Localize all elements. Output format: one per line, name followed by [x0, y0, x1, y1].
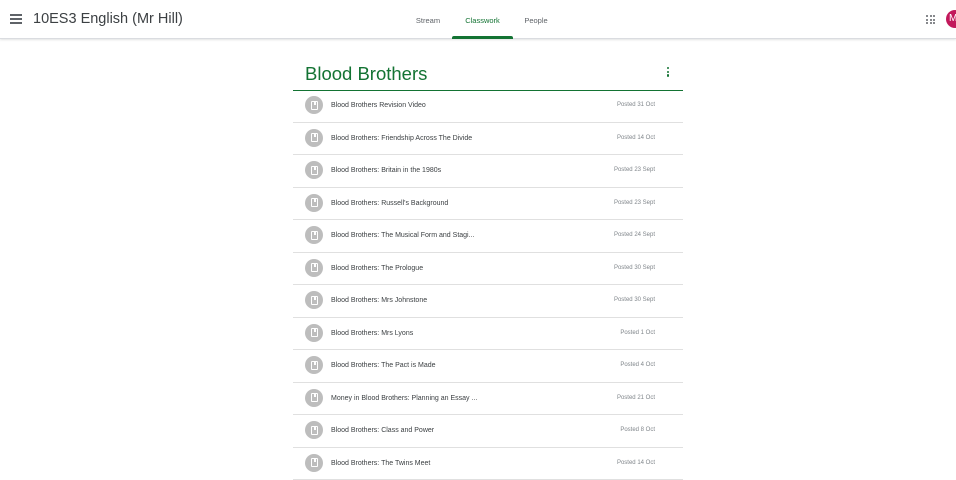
tab-classwork[interactable]: Classwork: [452, 0, 513, 38]
classwork-item[interactable]: Blood Brothers: The Twins Meet Posted 14 …: [293, 448, 683, 480]
material-icon: [305, 291, 323, 309]
material-icon: [305, 324, 323, 342]
google-apps-icon[interactable]: [926, 15, 935, 24]
classwork-item-posted-date: Posted 14 Oct: [617, 448, 655, 479]
classwork-item[interactable]: Blood Brothers Revision Video Posted 31 O…: [293, 90, 683, 123]
classwork-item-posted-date: Posted 23 Sept: [614, 188, 655, 219]
classwork-item-posted-date: Posted 31 Oct: [617, 90, 655, 121]
more-options-icon[interactable]: [666, 67, 670, 79]
material-icon: [305, 96, 323, 114]
classwork-item-title: Blood Brothers: The Pact is Made: [331, 350, 436, 381]
material-icon: [305, 259, 323, 277]
classwork-item-posted-date: Posted 24 Sept: [614, 220, 655, 251]
classwork-item-posted-date: Posted 30 Sept: [614, 253, 655, 284]
classwork-item[interactable]: Blood Brothers: Mrs Lyons Posted 1 Oct: [293, 318, 683, 351]
classwork-item-title: Blood Brothers: Mrs Johnstone: [331, 285, 427, 316]
tab-stream[interactable]: Stream: [414, 0, 442, 38]
material-icon: [305, 161, 323, 179]
classwork-item-title: Blood Brothers: The Prologue: [331, 253, 423, 284]
classwork-item-title: Blood Brothers: Britain in the 1980s: [331, 155, 441, 186]
top-app-bar: 10ES3 English (Mr Hill) Stream Classwork…: [0, 0, 956, 39]
material-icon: [305, 226, 323, 244]
material-icon: [305, 356, 323, 374]
topic-title: Blood Brothers: [305, 63, 427, 85]
classwork-item-title: Blood Brothers: Class and Power: [331, 415, 434, 446]
classwork-item-posted-date: Posted 14 Oct: [617, 123, 655, 154]
classwork-item-title: Blood Brothers: The Twins Meet: [331, 448, 430, 479]
classwork-item-title: Blood Brothers: The Musical Form and Sta…: [331, 220, 474, 251]
classwork-item[interactable]: Blood Brothers: Class and Power Posted 8 …: [293, 415, 683, 448]
classwork-item[interactable]: Blood Brothers: Mrs Johnstone Posted 30 S…: [293, 285, 683, 318]
classwork-item-posted-date: Posted 4 Oct: [620, 350, 655, 381]
hamburger-menu-icon[interactable]: [10, 14, 22, 24]
classwork-item[interactable]: Blood Brothers: The Musical Form and Sta…: [293, 220, 683, 253]
classwork-item[interactable]: Blood Brothers: Russell's Background Post…: [293, 188, 683, 221]
material-icon: [305, 454, 323, 472]
avatar[interactable]: M: [946, 10, 956, 28]
classwork-item[interactable]: Blood Brothers: Friendship Across The Di…: [293, 123, 683, 156]
classwork-item-title: Money in Blood Brothers: Planning an Ess…: [331, 383, 477, 414]
classwork-item[interactable]: Blood Brothers: Britain in the 1980s Post…: [293, 155, 683, 188]
classwork-item[interactable]: Money in Blood Brothers: Planning an Ess…: [293, 383, 683, 416]
material-icon: [305, 389, 323, 407]
classwork-item[interactable]: Blood Brothers: The Pact is Made Posted 4…: [293, 350, 683, 383]
classwork-item-title: Blood Brothers: Mrs Lyons: [331, 318, 413, 349]
class-title[interactable]: 10ES3 English (Mr Hill): [33, 11, 183, 27]
classwork-item[interactable]: Blood Brothers: The Prologue Posted 30 Se…: [293, 253, 683, 286]
classwork-item-title: Blood Brothers: Russell's Background: [331, 188, 448, 219]
classwork-item-posted-date: Posted 21 Oct: [617, 383, 655, 414]
material-icon: [305, 129, 323, 147]
classwork-item-posted-date: Posted 1 Oct: [620, 318, 655, 349]
classwork-item-title: Blood Brothers: Friendship Across The Di…: [331, 123, 472, 154]
material-icon: [305, 421, 323, 439]
tab-people[interactable]: People: [522, 0, 550, 38]
material-icon: [305, 194, 323, 212]
classwork-list: Blood Brothers Revision Video Posted 31 O…: [293, 90, 683, 480]
classwork-item-posted-date: Posted 8 Oct: [620, 415, 655, 446]
classwork-item-posted-date: Posted 30 Sept: [614, 285, 655, 316]
classwork-item-posted-date: Posted 23 Sept: [614, 155, 655, 186]
classwork-item-title: Blood Brothers Revision Video: [331, 90, 426, 121]
